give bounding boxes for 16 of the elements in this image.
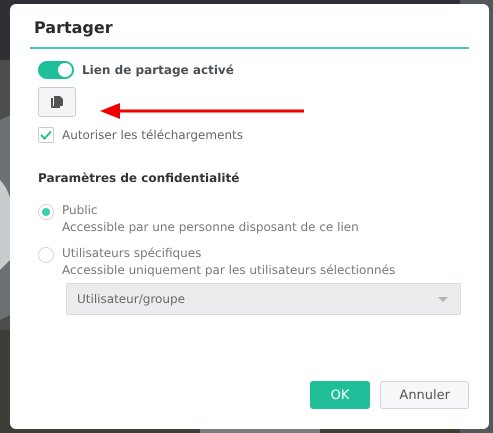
- option-label: Utilisateurs spécifiques: [62, 246, 202, 260]
- share-link-label: Lien de partage activé: [82, 63, 234, 77]
- cancel-button[interactable]: Annuler: [380, 381, 469, 409]
- privacy-heading: Paramètres de confidentialité: [38, 171, 240, 185]
- copy-button[interactable]: [38, 87, 76, 117]
- option-description: Accessible par une personne disposant de ce lien: [62, 220, 359, 234]
- caret-icon: [438, 296, 448, 302]
- share-link-toggle[interactable]: [38, 61, 74, 79]
- copy-icon: [50, 95, 64, 109]
- privacy-radio[interactable]: [38, 247, 54, 263]
- option-description: Accessible uniquement par les utilisateurs sélectionnés: [62, 263, 396, 277]
- dialog-title: Partager: [30, 18, 469, 49]
- downloads-label: Autoriser les téléchargements: [62, 128, 244, 142]
- privacy-radio[interactable]: [38, 204, 54, 220]
- downloads-checkbox[interactable]: [38, 127, 54, 143]
- option-label: Public: [62, 203, 99, 217]
